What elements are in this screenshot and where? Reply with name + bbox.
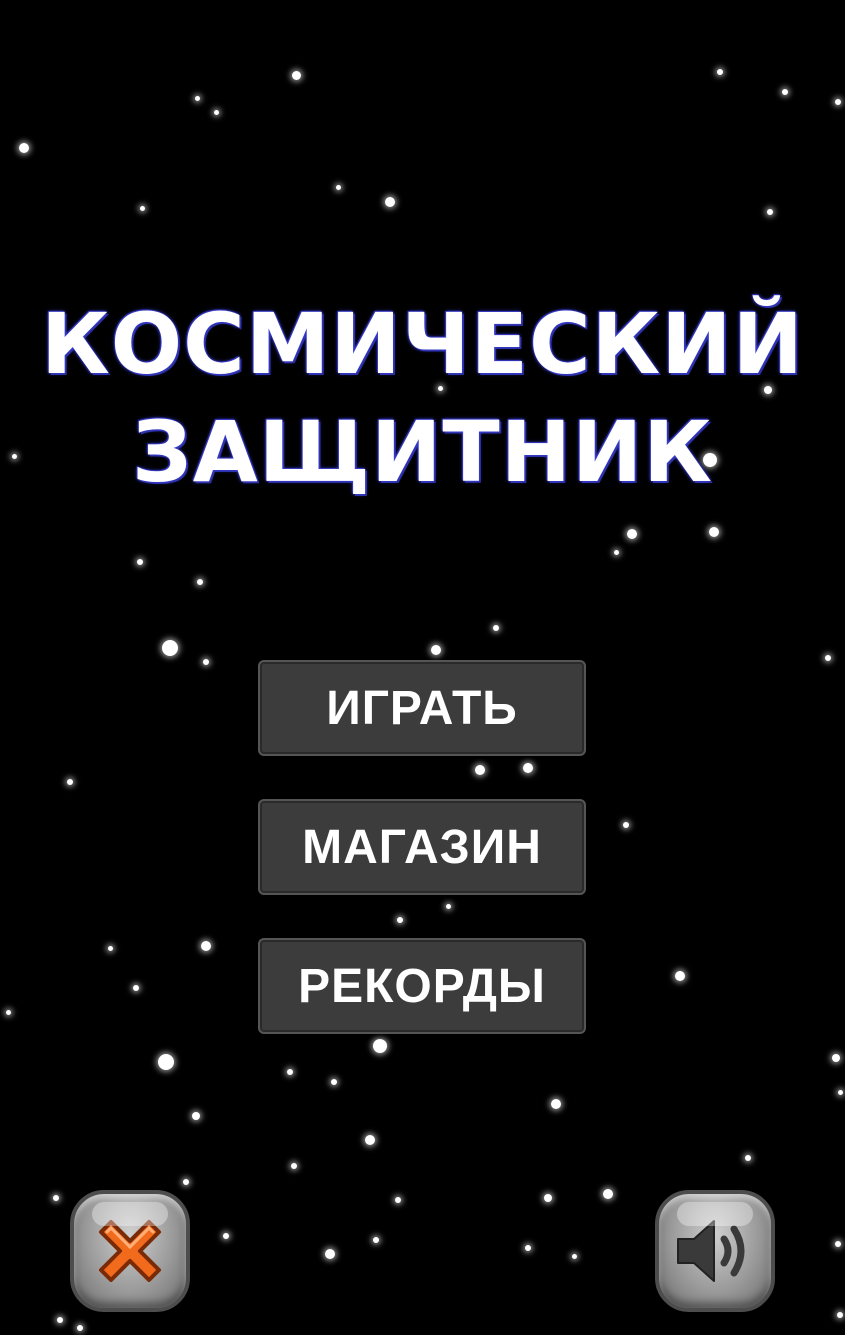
- star: [445, 903, 451, 909]
- star: [613, 549, 619, 555]
- play-button[interactable]: ИГРАТЬ: [258, 660, 586, 756]
- star: [213, 109, 219, 115]
- star: [5, 1009, 11, 1015]
- star: [837, 1089, 843, 1095]
- star: [603, 1189, 613, 1199]
- star: [835, 99, 841, 105]
- exit-button[interactable]: [70, 1190, 190, 1312]
- game-title-line-2: ЗАЩИТНИК: [132, 403, 713, 501]
- star: [57, 1317, 63, 1323]
- speaker-icon: [677, 1220, 745, 1282]
- star: [835, 1241, 841, 1247]
- star: [223, 1233, 229, 1239]
- star: [325, 1249, 335, 1259]
- star: [709, 527, 719, 537]
- star: [19, 143, 29, 153]
- star: [162, 640, 178, 656]
- star: [571, 1253, 577, 1259]
- star: [525, 1245, 531, 1251]
- star: [335, 184, 341, 190]
- star: [385, 197, 395, 207]
- star: [192, 1112, 200, 1120]
- star: [331, 1079, 337, 1085]
- star: [287, 1069, 293, 1075]
- shop-button[interactable]: МАГАЗИН: [258, 799, 586, 895]
- star: [395, 1197, 401, 1203]
- records-button[interactable]: РЕКОРДЫ: [258, 938, 586, 1034]
- star: [523, 763, 533, 773]
- star: [782, 89, 788, 95]
- star: [133, 985, 139, 991]
- star: [107, 945, 113, 951]
- game-title: КОСМИЧЕСКИЙ ЗАЩИТНИК: [0, 290, 845, 506]
- star: [627, 529, 637, 539]
- star: [139, 205, 145, 211]
- star: [717, 69, 723, 75]
- star: [77, 1325, 83, 1331]
- star: [158, 1054, 174, 1070]
- star: [475, 765, 485, 775]
- star: [197, 579, 203, 585]
- star: [544, 1194, 552, 1202]
- star: [745, 1155, 751, 1161]
- star: [767, 209, 773, 215]
- star: [67, 779, 73, 785]
- star: [675, 971, 685, 981]
- star: [431, 645, 441, 655]
- star: [194, 95, 200, 101]
- star: [373, 1039, 387, 1053]
- sound-toggle-button[interactable]: [655, 1190, 775, 1312]
- star: [825, 655, 831, 661]
- star: [373, 1237, 379, 1243]
- star: [53, 1195, 59, 1201]
- star: [551, 1099, 561, 1109]
- star: [201, 941, 211, 951]
- star: [837, 1312, 843, 1318]
- star: [291, 70, 301, 80]
- star: [183, 1179, 189, 1185]
- star: [397, 917, 403, 923]
- star: [832, 1054, 840, 1062]
- star: [137, 559, 143, 565]
- star: [365, 1135, 375, 1145]
- star: [203, 659, 209, 665]
- game-title-line-1: КОСМИЧЕСКИЙ: [41, 295, 804, 393]
- close-x-icon: [99, 1220, 161, 1282]
- star: [493, 625, 499, 631]
- star: [623, 822, 629, 828]
- star: [291, 1163, 297, 1169]
